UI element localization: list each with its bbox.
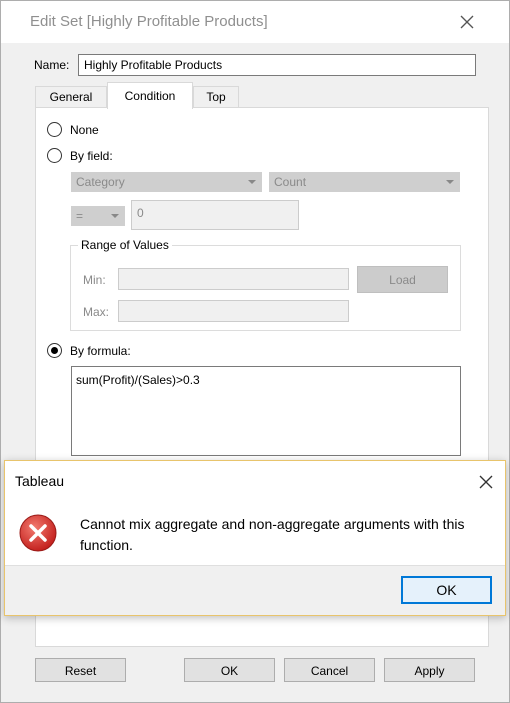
popup-footer: OK bbox=[5, 565, 505, 615]
radio-by-formula-label: By formula: bbox=[70, 344, 131, 358]
ok-button[interactable]: OK bbox=[184, 658, 275, 682]
operator-select[interactable]: = bbox=[71, 206, 125, 226]
tab-condition[interactable]: Condition bbox=[107, 82, 193, 109]
error-icon bbox=[18, 513, 58, 553]
popup-title: Tableau bbox=[15, 473, 65, 489]
title-bar: Edit Set [Highly Profitable Products] bbox=[1, 1, 509, 43]
error-message: Cannot mix aggregate and non-aggregate a… bbox=[80, 516, 465, 553]
chevron-down-icon bbox=[111, 214, 119, 218]
radio-none[interactable] bbox=[47, 122, 62, 137]
dialog-title: Edit Set [Highly Profitable Products] bbox=[30, 13, 268, 30]
field-select[interactable]: Category bbox=[71, 172, 262, 192]
radio-by-formula[interactable] bbox=[47, 343, 62, 358]
range-title: Range of Values bbox=[78, 238, 172, 252]
name-label: Name: bbox=[34, 58, 70, 72]
popup-ok-button[interactable]: OK bbox=[401, 576, 492, 604]
radio-by-field-label: By field: bbox=[70, 149, 113, 163]
operator-select-value: = bbox=[76, 209, 84, 223]
chevron-down-icon bbox=[248, 180, 256, 184]
cancel-button[interactable]: Cancel bbox=[284, 658, 375, 682]
radio-by-field[interactable] bbox=[47, 148, 62, 163]
max-label: Max: bbox=[83, 305, 110, 319]
name-input[interactable]: Highly Profitable Products bbox=[78, 54, 476, 76]
tab-top[interactable]: Top bbox=[193, 86, 239, 108]
formula-editor[interactable]: sum(Profit)/(Sales)>0.3 bbox=[71, 366, 461, 456]
close-icon[interactable] bbox=[449, 7, 485, 37]
aggregation-select[interactable]: Count bbox=[269, 172, 460, 192]
radio-none-label: None bbox=[70, 123, 99, 137]
close-icon[interactable] bbox=[473, 469, 499, 495]
aggregation-select-value: Count bbox=[274, 175, 307, 189]
chevron-down-icon bbox=[446, 180, 454, 184]
error-popup: Tableau Cannot mix aggregate and non-agg… bbox=[4, 460, 506, 616]
tab-general[interactable]: General bbox=[35, 86, 107, 108]
load-button[interactable]: Load bbox=[357, 266, 448, 293]
value-input[interactable]: 0 bbox=[131, 200, 299, 230]
min-label: Min: bbox=[83, 273, 106, 287]
min-input[interactable] bbox=[118, 268, 349, 290]
apply-button[interactable]: Apply bbox=[384, 658, 475, 682]
max-input[interactable] bbox=[118, 300, 349, 322]
field-select-value: Category bbox=[76, 175, 125, 189]
reset-button[interactable]: Reset bbox=[35, 658, 126, 682]
